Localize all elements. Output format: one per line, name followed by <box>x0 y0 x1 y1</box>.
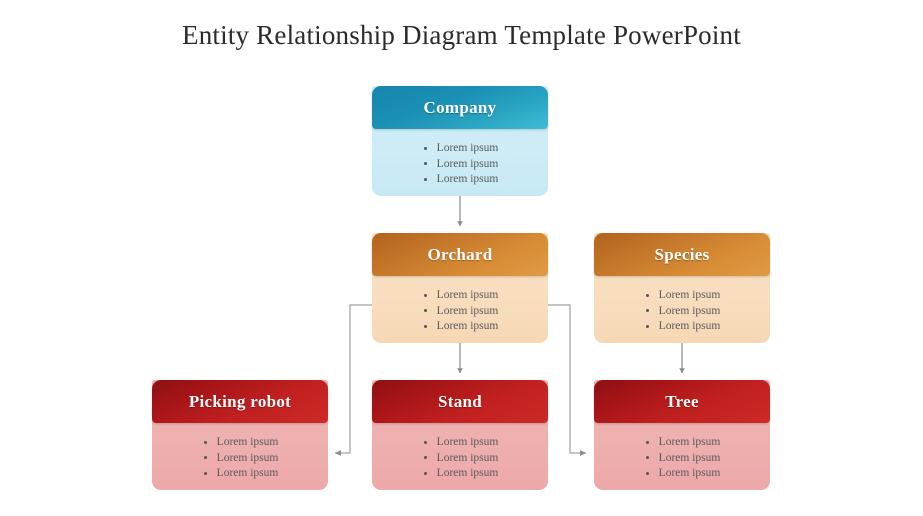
entity-title-stand: Stand <box>437 391 483 411</box>
list-item: Lorem ipsum <box>422 172 498 187</box>
entity-header-company[interactable]: Company <box>372 86 548 129</box>
bullet-icon <box>423 471 427 475</box>
bullet-icon <box>423 293 427 297</box>
list-item: Lorem ipsum <box>202 466 278 481</box>
entity-box-orchard[interactable]: Lorem ipsum Lorem ipsum Lorem ipsum Orch… <box>372 233 548 343</box>
list-item: Lorem ipsum <box>422 435 498 450</box>
entity-title-picking-robot: Picking robot <box>188 391 292 411</box>
entity-box-company[interactable]: Lorem ipsum Lorem ipsum Lorem ipsum Comp… <box>372 86 548 196</box>
bullet-icon <box>423 162 427 165</box>
entity-title-company: Company <box>423 97 497 117</box>
bullet-icon <box>645 309 649 312</box>
list-item: Lorem ipsum <box>422 304 498 319</box>
entity-header-orchard[interactable]: Orchard <box>372 233 548 276</box>
bullet-icon <box>645 471 649 475</box>
bullet-icon <box>423 440 427 444</box>
connector-orchard-to-picking-robot <box>334 304 372 456</box>
bullet-icon <box>645 440 649 444</box>
list-item: Lorem ipsum <box>422 157 498 172</box>
list-item: Lorem ipsum <box>644 288 720 303</box>
list-item: Lorem ipsum <box>422 141 498 156</box>
list-item: Lorem ipsum <box>644 304 720 319</box>
list-item: Lorem ipsum <box>422 288 498 303</box>
list-item: Lorem ipsum <box>644 466 720 481</box>
entity-attribute-list-tree: Lorem ipsum Lorem ipsum Lorem ipsum <box>594 426 770 481</box>
entity-title-orchard: Orchard <box>427 244 493 264</box>
slide-canvas: Entity Relationship Diagram Template Pow… <box>0 0 923 516</box>
bullet-icon <box>423 309 427 312</box>
bullet-icon <box>645 293 649 297</box>
entity-box-tree[interactable]: Lorem ipsum Lorem ipsum Lorem ipsum Tree <box>594 380 770 490</box>
list-item: Lorem ipsum <box>422 319 498 334</box>
list-item: Lorem ipsum <box>202 435 278 450</box>
page-title: Entity Relationship Diagram Template Pow… <box>182 20 741 50</box>
entity-box-stand[interactable]: Lorem ipsum Lorem ipsum Lorem ipsum Stan… <box>372 380 548 490</box>
bullet-icon <box>423 177 427 181</box>
entity-header-species[interactable]: Species <box>594 233 770 276</box>
list-item: Lorem ipsum <box>644 319 720 334</box>
bullet-icon <box>645 456 649 459</box>
list-item: Lorem ipsum <box>202 451 278 466</box>
bullet-icon <box>423 324 427 328</box>
bullet-icon <box>645 324 649 328</box>
entity-title-tree: Tree <box>665 391 699 411</box>
entity-attribute-list-company: Lorem ipsum Lorem ipsum Lorem ipsum <box>372 132 548 187</box>
list-item: Lorem ipsum <box>644 435 720 450</box>
bullet-icon <box>203 440 207 444</box>
entity-header-stand[interactable]: Stand <box>372 380 548 423</box>
list-item: Lorem ipsum <box>644 451 720 466</box>
entity-attribute-list-picking-robot: Lorem ipsum Lorem ipsum Lorem ipsum <box>152 426 328 481</box>
bullet-icon <box>423 146 427 150</box>
bullet-icon <box>203 471 207 475</box>
entity-box-species[interactable]: Lorem ipsum Lorem ipsum Lorem ipsum Spec… <box>594 233 770 343</box>
list-item: Lorem ipsum <box>422 466 498 481</box>
bullet-icon <box>423 456 427 459</box>
entity-header-picking-robot[interactable]: Picking robot <box>152 380 328 423</box>
entity-attribute-list-orchard: Lorem ipsum Lorem ipsum Lorem ipsum <box>372 279 548 334</box>
connector-orchard-to-tree <box>548 304 587 456</box>
entity-attribute-list-stand: Lorem ipsum Lorem ipsum Lorem ipsum <box>372 426 548 481</box>
bullet-icon <box>203 456 207 459</box>
entity-title-species: Species <box>654 244 710 264</box>
entity-box-picking-robot[interactable]: Lorem ipsum Lorem ipsum Lorem ipsum Pick… <box>152 380 328 490</box>
entity-attribute-list-species: Lorem ipsum Lorem ipsum Lorem ipsum <box>594 279 770 334</box>
entity-header-tree[interactable]: Tree <box>594 380 770 423</box>
list-item: Lorem ipsum <box>422 451 498 466</box>
